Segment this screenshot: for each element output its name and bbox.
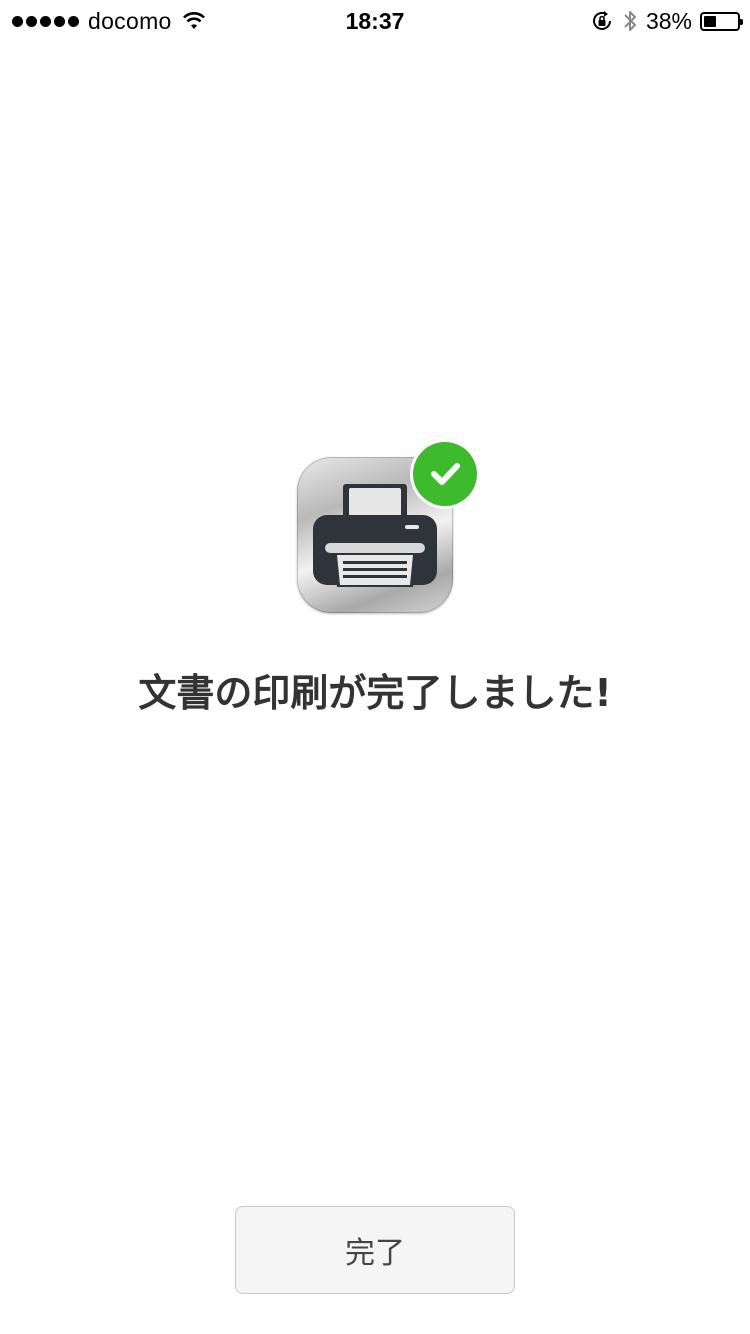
done-button[interactable]: 完了 (235, 1206, 515, 1294)
rotation-lock-icon (590, 9, 614, 33)
bluetooth-icon (622, 8, 638, 34)
battery-level-fill (704, 15, 716, 27)
battery-percent: 38% (645, 7, 692, 34)
battery-icon (700, 11, 743, 31)
print-complete-message: 文書の印刷が完了しました! (138, 671, 612, 715)
status-bar-right: 38% (582, 7, 743, 34)
status-bar: docomo 18:37 38% (0, 0, 750, 40)
check-icon (413, 442, 477, 506)
